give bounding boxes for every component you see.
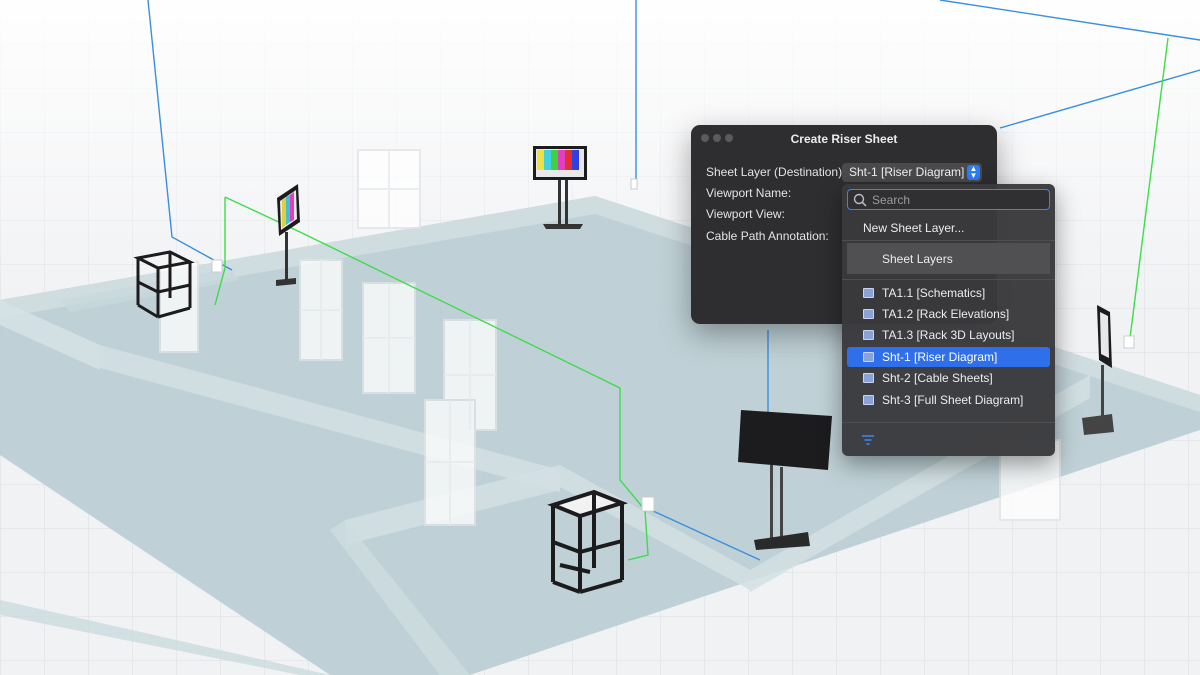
filter-icon[interactable] [861, 434, 875, 446]
layer-icon [863, 395, 874, 405]
sheet-layer-dropdown: Search New Sheet Layer... Sheet Layers T… [842, 184, 1055, 456]
search-placeholder: Search [872, 193, 911, 207]
section-label: Sheet Layers [882, 252, 953, 266]
sheet-layer-item-sht-1[interactable]: Sht-1 [Riser Diagram] [847, 347, 1050, 367]
search-icon [853, 193, 867, 207]
chevron-updown-icon: ▲ ▼ [967, 165, 980, 180]
layer-icon [863, 309, 874, 319]
layer-icon [863, 330, 874, 340]
dialog-titlebar[interactable]: Create Riser Sheet [691, 125, 997, 152]
sheet-layer-select-value: Sht-1 [Riser Diagram] [849, 165, 965, 179]
search-field[interactable]: Search [847, 189, 1050, 210]
sheet-layer-item-ta1-1[interactable]: TA1.1 [Schematics] [847, 283, 1050, 303]
sheet-layer-item-sht-3[interactable]: Sht-3 [Full Sheet Diagram] [847, 390, 1050, 410]
layer-icon [863, 373, 874, 383]
layer-icon [863, 288, 874, 298]
sheet-layer-item-ta1-2[interactable]: TA1.2 [Rack Elevations] [847, 304, 1050, 324]
sheet-layer-select[interactable]: Sht-1 [Riser Diagram] ▲ ▼ [842, 163, 982, 182]
dialog-title: Create Riser Sheet [790, 132, 898, 146]
sheet-layer-label: Sheet Layer (Destination): [706, 165, 846, 179]
sheet-layer-item-ta1-3[interactable]: TA1.3 [Rack 3D Layouts] [847, 325, 1050, 345]
menu-divider [842, 422, 1055, 423]
sheet-layers-section-header: Sheet Layers [847, 243, 1050, 274]
layer-icon [863, 352, 874, 362]
cable-path-annotation-label: Cable Path Annotation: [706, 229, 829, 243]
viewport-view-label: Viewport View: [706, 207, 785, 221]
viewport-name-label: Viewport Name: [706, 186, 792, 200]
new-sheet-layer-item[interactable]: New Sheet Layer... [863, 221, 964, 235]
menu-divider [842, 279, 1055, 280]
menu-divider [842, 240, 1055, 241]
sheet-layer-item-sht-2[interactable]: Sht-2 [Cable Sheets] [847, 368, 1050, 388]
